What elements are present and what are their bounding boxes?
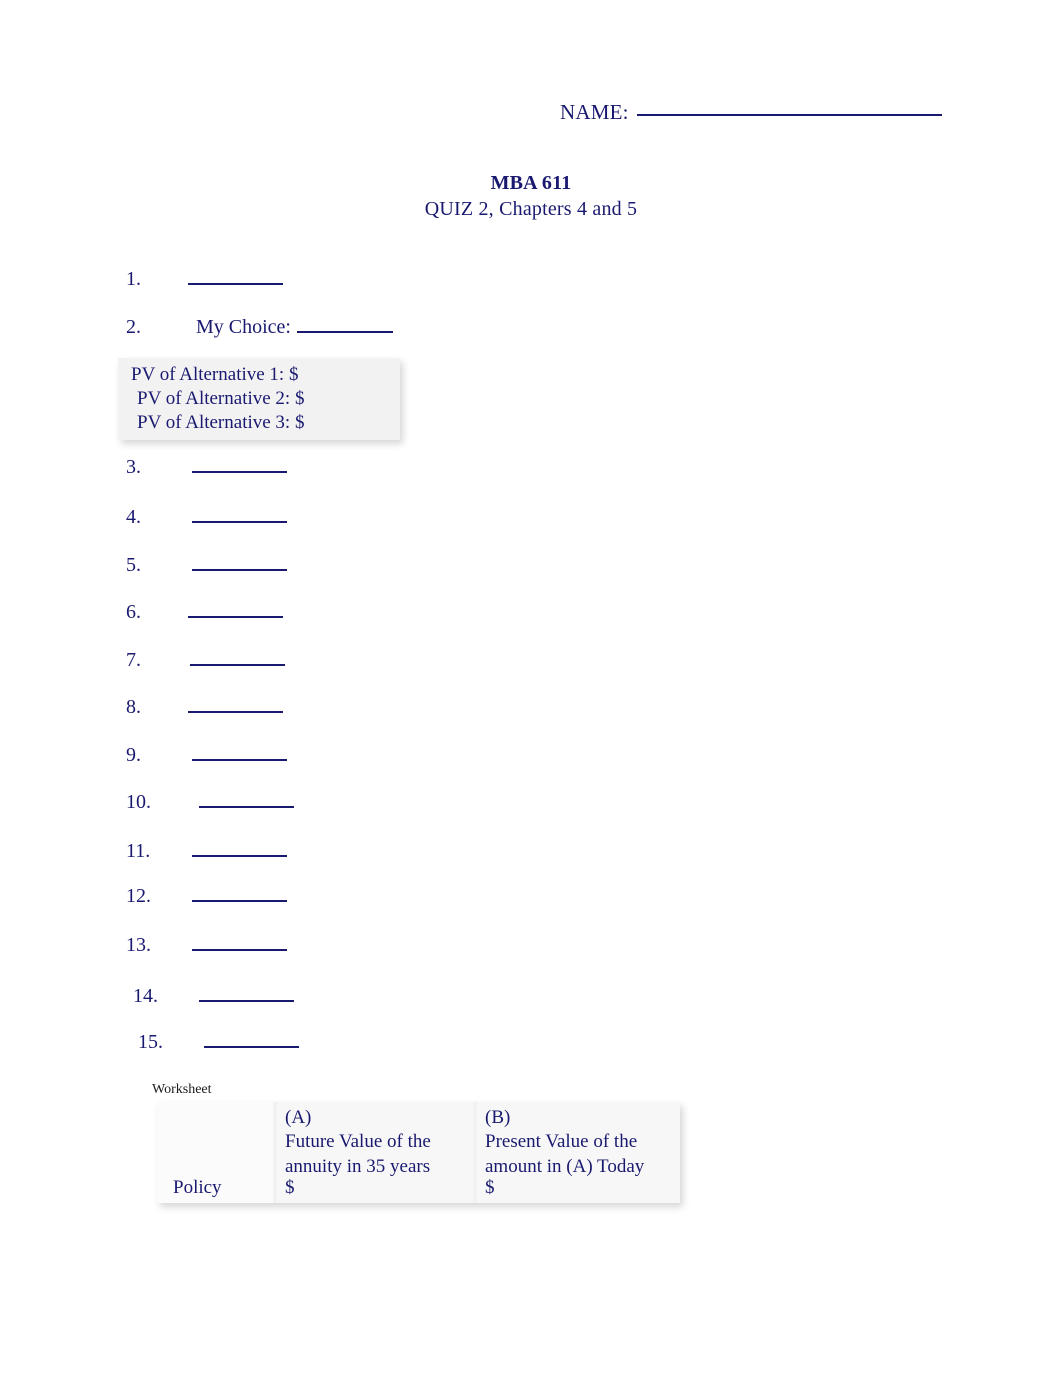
answer-blank[interactable]: [192, 520, 287, 523]
answer-blank[interactable]: [188, 282, 283, 285]
name-field-row: NAME:: [560, 100, 942, 125]
quiz-subtitle: QUIZ 2, Chapters 4 and 5: [424, 198, 638, 220]
answer-blank[interactable]: [192, 758, 287, 761]
answer-blank[interactable]: [199, 999, 294, 1002]
answer-blank[interactable]: [190, 663, 285, 666]
answer-blank[interactable]: [192, 948, 287, 951]
worksheet-column-a-value[interactable]: $: [285, 1176, 295, 1200]
pv-alternatives-box: PV of Alternative 1: $ PV of Alternative…: [118, 358, 400, 440]
answer-blank[interactable]: [192, 470, 287, 473]
answer-number: 10.: [126, 791, 151, 813]
name-label: NAME:: [560, 100, 629, 124]
answer-number: 2.: [126, 316, 141, 338]
name-input-blank[interactable]: [636, 113, 942, 116]
worksheet-column-policy: Policy: [157, 1102, 273, 1203]
course-code: MBA 611: [490, 172, 572, 194]
answer-blank[interactable]: [204, 1045, 299, 1048]
answer-number: 3.: [126, 456, 141, 478]
worksheet-table: Policy (A) Future Value of the annuity i…: [157, 1102, 680, 1203]
answer-blank[interactable]: [192, 568, 287, 571]
worksheet-column-a: (A) Future Value of the annuity in 35 ye…: [277, 1102, 473, 1203]
worksheet-column-b-header: (B) Present Value of the amount in (A) T…: [485, 1107, 645, 1177]
answer-number: 7.: [126, 649, 141, 671]
answer-number: 13.: [126, 934, 151, 956]
worksheet-label: Worksheet: [152, 1082, 212, 1097]
answer-number: 8.: [126, 696, 141, 718]
worksheet-column-b-value[interactable]: $: [485, 1176, 495, 1200]
worksheet-column-b: (B) Present Value of the amount in (A) T…: [477, 1102, 680, 1203]
answer-number: 14.: [133, 985, 158, 1007]
pv-alternative-3[interactable]: PV of Alternative 3: $: [137, 412, 304, 434]
answer-number: 1.: [126, 268, 141, 290]
answer-blank[interactable]: [192, 899, 287, 902]
answer-number: 11.: [126, 840, 151, 862]
answer-number: 12.: [126, 885, 151, 907]
answer-blank[interactable]: [192, 854, 287, 857]
answer-blank[interactable]: [188, 615, 283, 618]
answer-blank[interactable]: [188, 710, 283, 713]
worksheet-policy-label: Policy: [173, 1177, 222, 1198]
answer-prompt: My Choice:: [196, 316, 291, 338]
document-page: NAME: MBA 611 QUIZ 2, Chapters 4 and 5 1…: [0, 0, 1062, 1377]
answer-number: 5.: [126, 554, 141, 576]
answer-blank[interactable]: [199, 805, 294, 808]
answer-number: 6.: [126, 601, 141, 623]
answer-number: 4.: [126, 506, 141, 528]
answer-number: 9.: [126, 744, 141, 766]
quiz-title-block: MBA 611 QUIZ 2, Chapters 4 and 5: [0, 172, 1062, 221]
answer-blank[interactable]: [297, 330, 393, 333]
pv-alternative-1[interactable]: PV of Alternative 1: $: [131, 364, 298, 386]
pv-alternative-2[interactable]: PV of Alternative 2: $: [137, 388, 304, 410]
worksheet-column-a-header: (A) Future Value of the annuity in 35 ye…: [285, 1107, 431, 1177]
answer-number: 15.: [138, 1031, 163, 1053]
